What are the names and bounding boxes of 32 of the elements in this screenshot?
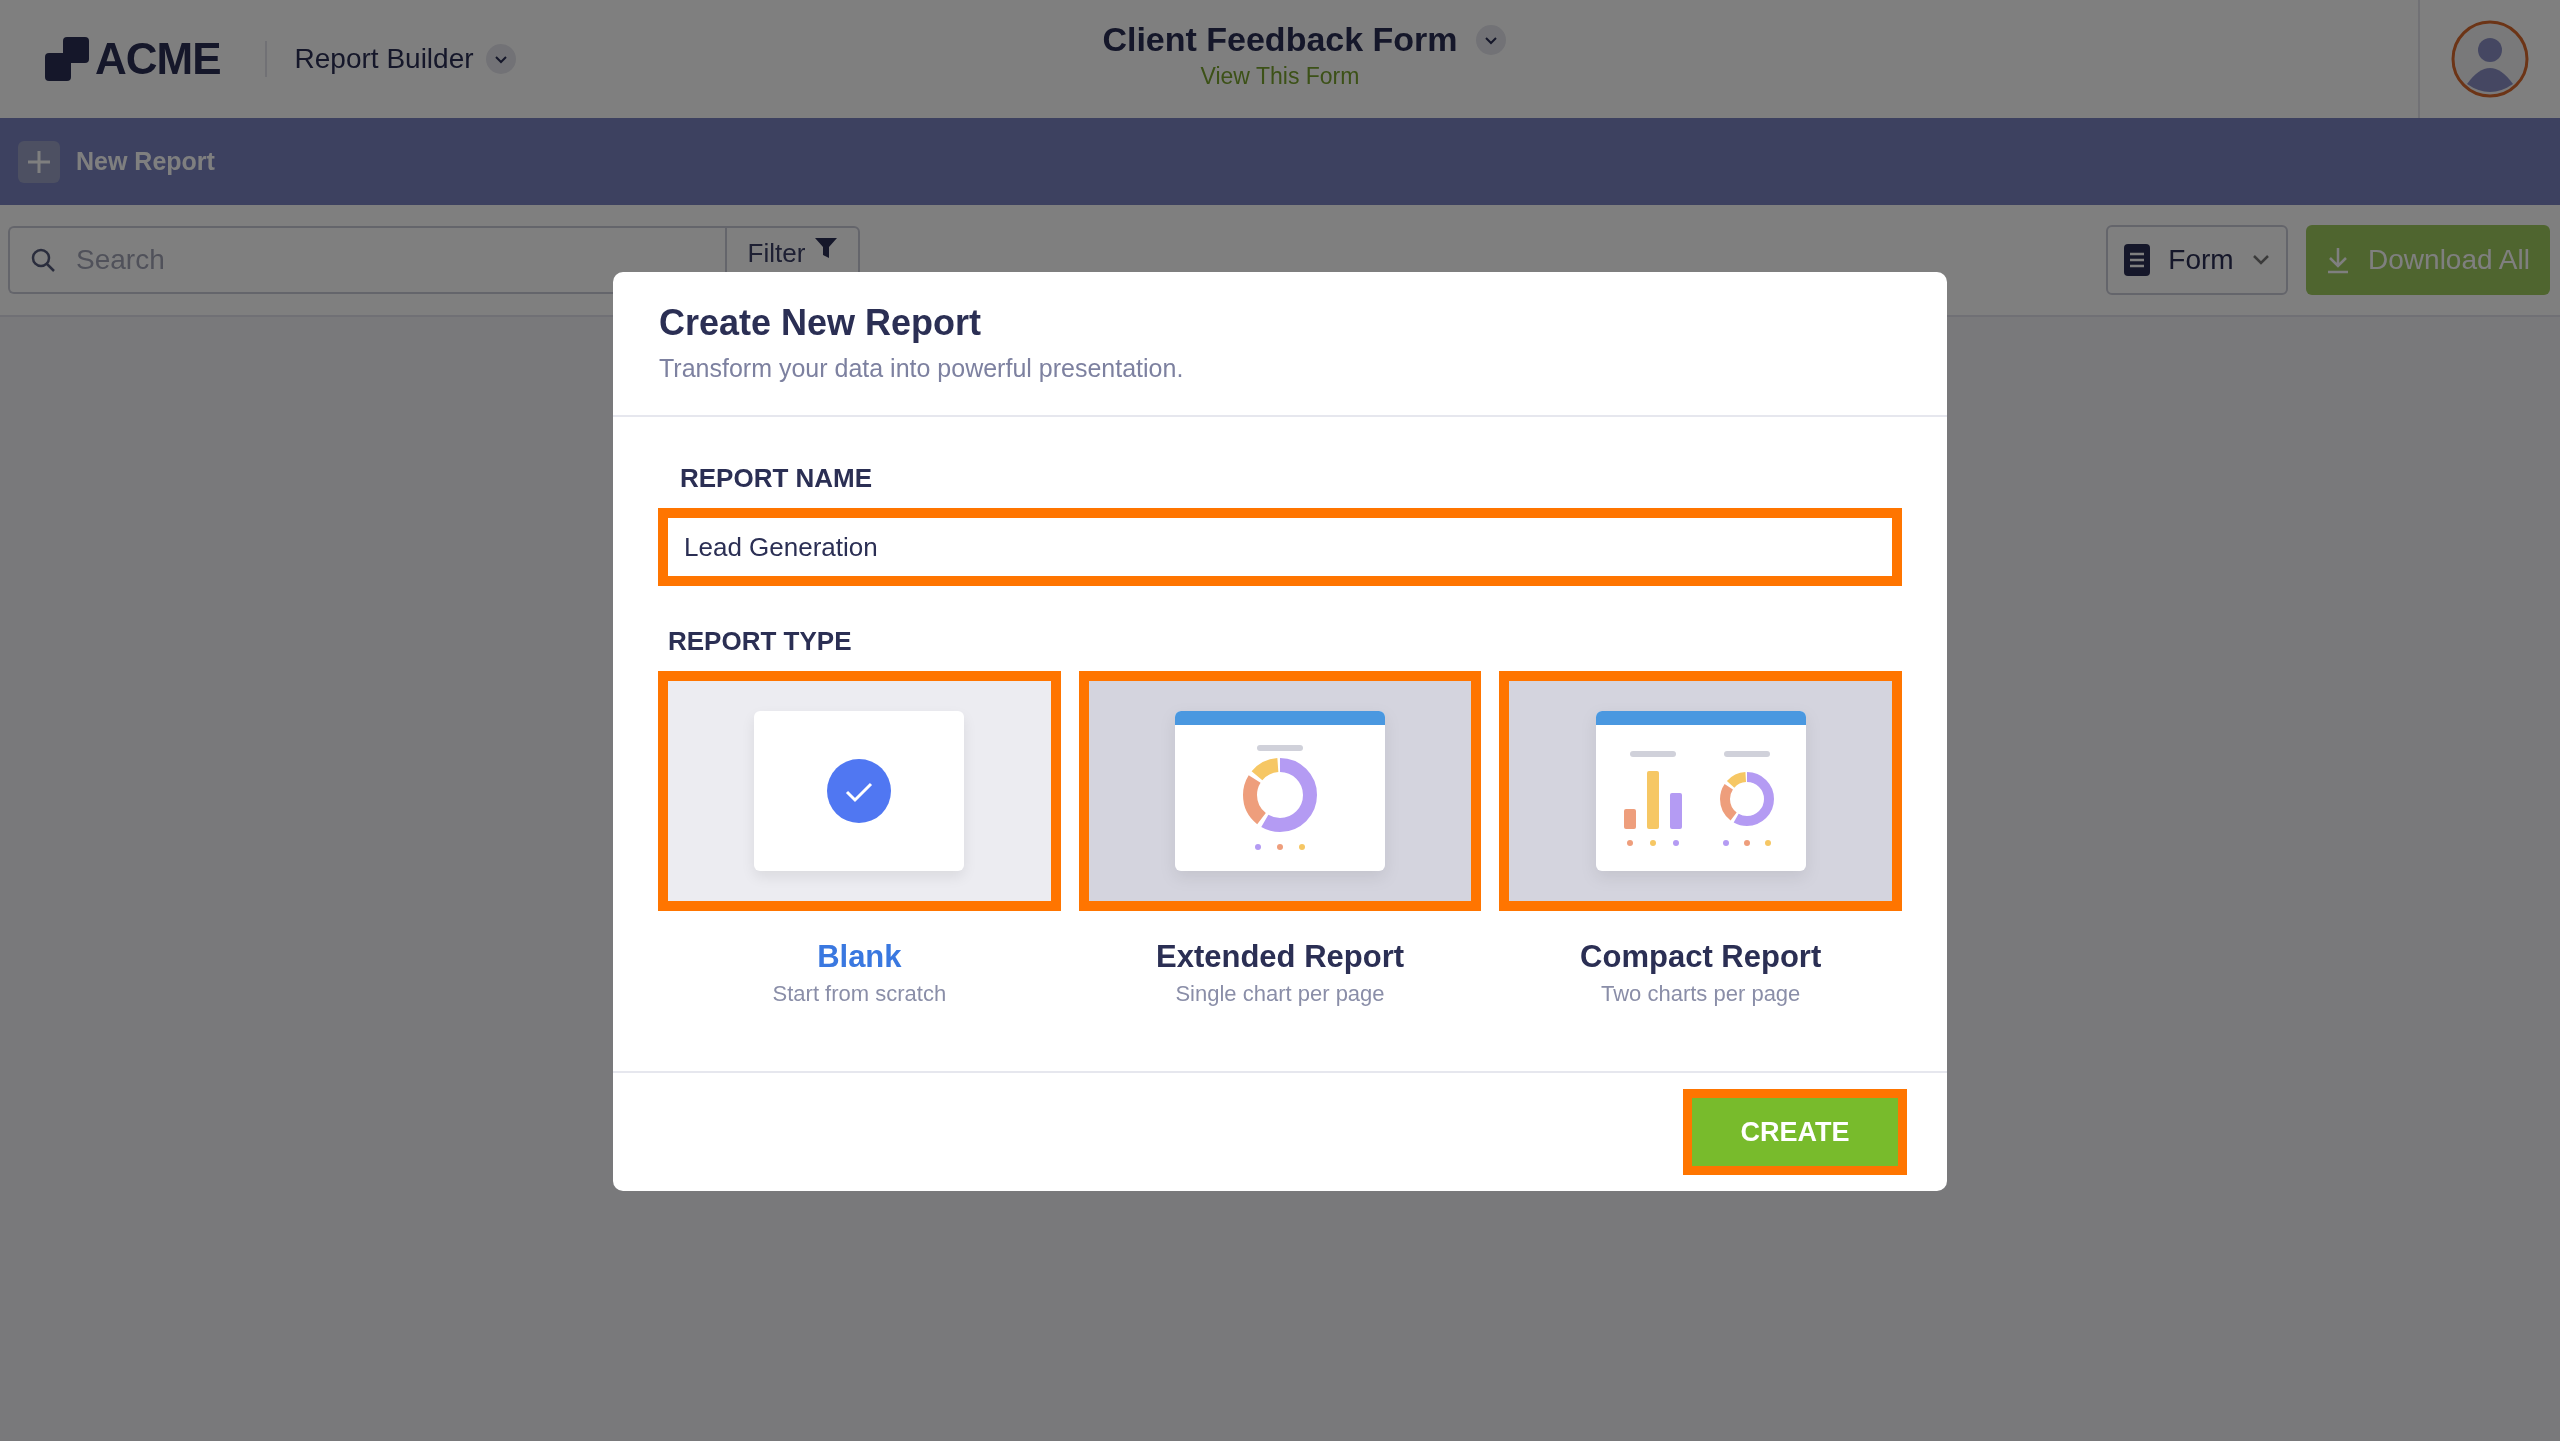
field-label: REPORT TYPE	[668, 626, 853, 657]
report-type-title: Blank	[817, 939, 902, 975]
user-avatar-icon[interactable]	[2451, 20, 2529, 98]
report-type-card[interactable]	[1078, 671, 1482, 911]
form-dropdown[interactable]: Form	[2106, 225, 2288, 295]
chevron-down-icon[interactable]	[1475, 24, 1506, 55]
report-name-field[interactable]: Lead Generation	[658, 508, 1902, 586]
plus-icon	[18, 140, 60, 183]
report-type-title: Extended Report	[1156, 939, 1404, 975]
field-label: REPORT NAME	[680, 463, 874, 494]
search-icon	[30, 247, 56, 273]
check-icon	[827, 759, 892, 823]
document-icon	[2124, 244, 2151, 276]
report-type-title: Compact Report	[1580, 939, 1822, 975]
report-type-description: Two charts per page	[1601, 981, 1801, 1007]
chevron-down-icon	[2251, 254, 2270, 266]
report-type-card[interactable]	[658, 671, 1061, 911]
report-type-description: Start from scratch	[772, 981, 947, 1007]
report-type-card[interactable]	[1499, 671, 1902, 911]
dialog-subtitle: Transform your data into powerful presentation.	[659, 354, 1185, 383]
download-icon	[2326, 246, 2351, 274]
report-type-description: Single chart per page	[1175, 981, 1385, 1007]
create-button[interactable]: CREATE	[1683, 1089, 1907, 1175]
dialog-title: Create New Report	[659, 302, 983, 344]
logo-icon	[45, 37, 89, 81]
new-report-button[interactable]: New Report	[18, 140, 215, 183]
funnel-icon	[815, 238, 838, 258]
form-title: Client Feedback Form	[1102, 20, 1458, 59]
chevron-down-icon	[485, 44, 516, 74]
logo-text: ACME	[95, 34, 221, 84]
view-form-link[interactable]: View This Form	[1200, 63, 1360, 90]
app-menu-dropdown[interactable]: Report Builder	[294, 43, 516, 75]
